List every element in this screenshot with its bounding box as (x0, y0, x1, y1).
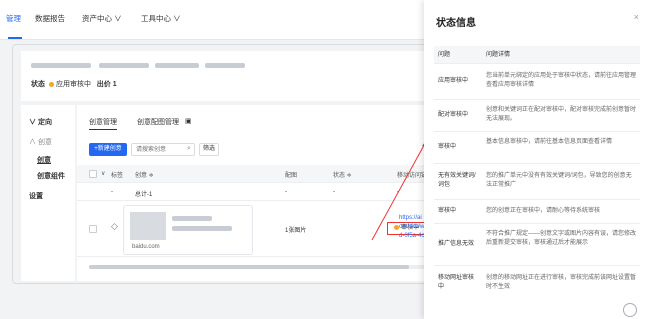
issue-name: 审核中 (438, 144, 457, 150)
issue-name: 无有效关键词/词包 (438, 173, 476, 188)
close-icon[interactable]: × (634, 12, 639, 22)
status-table-header: 问题 问题详情 (434, 46, 640, 64)
issue-name: 应用审核中 (438, 78, 469, 84)
issue-detail: 您的创意正在审核中，请耐心等待系统审核 (486, 208, 601, 214)
status-table-row: 配对审核中 创意和关键词正在配对审核中，配对审核完成前创意暂时无法展现。 (434, 100, 640, 132)
status-table-row: 移动网址审核中 创意的移动网址正在进行审核，审核完成前该网址设置暂时不生效 (434, 266, 640, 302)
status-table-row: 审核中 基本信息审核中，请前往基本信息页面查看详情 (434, 132, 640, 164)
issue-detail: 创意的移动网址正在进行审核，审核完成前该网址设置暂时不生效 (486, 275, 637, 290)
status-info-drawer: 状态信息 × 问题 问题详情 应用审核中 您当前单元绑定的应用处于审核中状态，请… (424, 0, 651, 319)
drawer-title: 状态信息 (436, 18, 476, 29)
issue-name: 推广信息无效 (438, 241, 475, 247)
issue-name: 配对审核中 (438, 112, 469, 118)
issue-name: 审核中 (438, 208, 457, 214)
header-detail: 问题详情 (486, 52, 511, 58)
status-table-row: 推广信息无效 不符合推广规定——创意文字或图片内容有误，请您修改后重新提交审核，… (434, 224, 640, 266)
issue-detail: 您的推广单元中没有有效关键词/词包，导致您的创意无法正常推广 (486, 173, 632, 188)
status-table-row: 应用审核中 您当前单元绑定的应用处于审核中状态，请前往应用管理查看应用审核详情 (434, 64, 640, 100)
issue-detail: 创意和关键词正在配对审核中，配对审核完成前创意暂时无法展现。 (486, 107, 637, 122)
issue-detail: 基本信息审核中，请前往基本信息页面查看详情 (486, 139, 613, 145)
issue-name: 移动网址审核中 (438, 275, 475, 290)
status-table-row: 审核中 您的创意正在审核中，请耐心等待系统审核 (434, 200, 640, 224)
header-issue: 问题 (438, 52, 451, 58)
issue-detail: 您当前单元绑定的应用处于审核中状态，请前往应用管理查看应用审核详情 (486, 73, 637, 88)
status-table-row: 无有效关键词/词包 您的推广单元中没有有效关键词/词包，导致您的创意无法正常推广 (434, 164, 640, 200)
help-float-button[interactable] (623, 303, 637, 317)
issue-detail: 不符合推广规定——创意文字或图片内容有误，请您修改后重新提交审核，审核通过后才能… (486, 231, 637, 246)
